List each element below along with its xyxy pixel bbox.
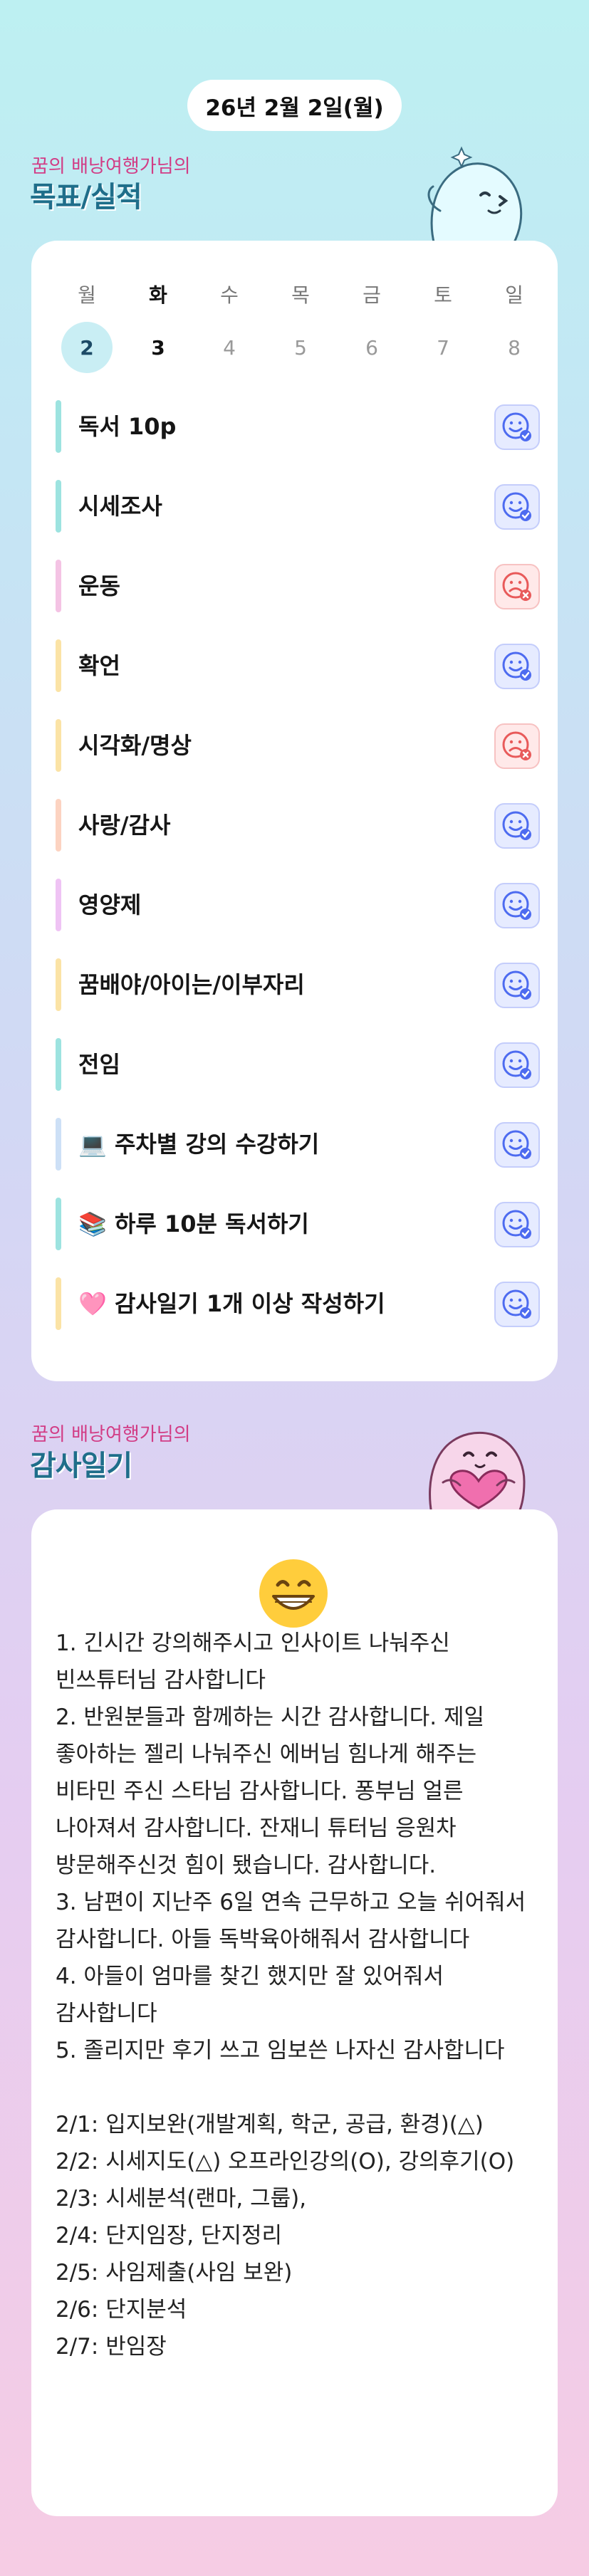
task-label: 확언 (78, 652, 120, 679)
gratitude-card: 1. 긴시간 강의해주시고 인사이트 나눠주신 빈쓰튜터님 감사합니다 2. 반… (31, 1509, 558, 2516)
day-number[interactable]: 4 (204, 322, 255, 373)
day-column[interactable]: 금6 (346, 241, 397, 376)
day-number[interactable]: 5 (275, 322, 326, 373)
frown-x-icon (501, 570, 533, 603)
smile-check-icon (501, 491, 533, 523)
day-column[interactable]: 일8 (489, 241, 540, 376)
day-name: 금 (363, 283, 381, 307)
task-row[interactable]: 운동 (56, 560, 540, 612)
task-label: 📚 하루 10분 독서하기 (78, 1210, 309, 1237)
task-color-bar (56, 560, 61, 612)
status-done-button[interactable] (494, 1202, 540, 1247)
task-label: 영양제 (78, 891, 142, 918)
goals-card: 월2화3수4목5금6토7일8 독서 10p 시세조사 운동 확언 시각화/명상 사랑/감사… (31, 241, 558, 1381)
status-done-button[interactable] (494, 803, 540, 849)
status-fail-button[interactable] (494, 564, 540, 609)
task-row[interactable]: 📚 하루 10분 독서하기 (56, 1198, 540, 1250)
status-done-button[interactable] (494, 963, 540, 1008)
smile-check-icon (501, 411, 533, 444)
task-row[interactable]: 💻 주차별 강의 수강하기 (56, 1118, 540, 1171)
day-column[interactable]: 화3 (132, 241, 184, 376)
day-number-selected[interactable]: 2 (61, 322, 113, 373)
goals-title: 목표/실적 (30, 181, 142, 214)
task-row[interactable]: 전임 (56, 1038, 540, 1091)
task-label: 독서 10p (78, 413, 177, 440)
day-name: 목 (291, 283, 310, 307)
day-name: 토 (434, 283, 452, 307)
day-column[interactable]: 월2 (61, 241, 113, 376)
date-pill[interactable]: 26년 2월 2일(월) (187, 80, 402, 131)
week-selector: 월2화3수4목5금6토7일8 (31, 241, 558, 376)
task-row[interactable]: 꿈배야/아이는/이부자리 (56, 958, 540, 1011)
smile-check-icon (501, 1288, 533, 1321)
task-label: 💻 주차별 강의 수강하기 (78, 1131, 320, 1158)
task-label: 시각화/명상 (78, 732, 192, 759)
status-done-button[interactable] (494, 644, 540, 689)
day-column[interactable]: 목5 (275, 241, 326, 376)
task-color-bar (56, 400, 61, 453)
task-color-bar (56, 799, 61, 852)
day-name: 수 (220, 283, 239, 307)
day-number[interactable]: 3 (132, 322, 184, 373)
task-label: 시세조사 (78, 493, 162, 520)
status-done-button[interactable] (494, 404, 540, 450)
ghost-mascot-icon (427, 146, 523, 245)
day-name: 월 (78, 283, 96, 307)
day-name: 화 (149, 283, 167, 307)
day-column[interactable]: 토7 (417, 241, 469, 376)
status-fail-button[interactable] (494, 723, 540, 769)
task-row[interactable]: 사랑/감사 (56, 799, 540, 852)
task-label: 사랑/감사 (78, 812, 171, 839)
task-color-bar (56, 1198, 61, 1250)
task-row[interactable]: 영양제 (56, 879, 540, 931)
frown-x-icon (501, 730, 533, 763)
task-color-bar (56, 1277, 61, 1330)
task-color-bar (56, 958, 61, 1011)
task-row[interactable]: 시세조사 (56, 480, 540, 533)
status-done-button[interactable] (494, 484, 540, 530)
grinning-face-icon (259, 1559, 328, 1628)
date-label: 26년 2월 2일(월) (205, 95, 384, 121)
smile-check-icon (501, 1049, 533, 1082)
gratitude-title: 감사일기 (30, 1450, 132, 1482)
day-number[interactable]: 7 (417, 322, 469, 373)
task-label: 꿈배야/아이는/이부자리 (78, 971, 305, 998)
task-row[interactable]: 독서 10p (56, 400, 540, 453)
task-row[interactable]: 🩷 감사일기 1개 이상 작성하기 (56, 1277, 540, 1330)
task-color-bar (56, 719, 61, 772)
smile-check-icon (501, 889, 533, 922)
day-column[interactable]: 수4 (204, 241, 255, 376)
heart-mascot-icon (429, 1431, 526, 1514)
task-color-bar (56, 1118, 61, 1171)
smile-check-icon (501, 650, 533, 683)
task-color-bar (56, 879, 61, 931)
status-done-button[interactable] (494, 1042, 540, 1088)
task-color-bar (56, 1038, 61, 1091)
smile-check-icon (501, 1208, 533, 1241)
smile-check-icon (501, 810, 533, 842)
smile-check-icon (501, 969, 533, 1002)
task-color-bar (56, 480, 61, 533)
task-label: 운동 (78, 572, 120, 600)
task-label: 전임 (78, 1051, 120, 1078)
task-color-bar (56, 639, 61, 692)
status-done-button[interactable] (494, 1122, 540, 1168)
day-number[interactable]: 8 (489, 322, 540, 373)
status-done-button[interactable] (494, 883, 540, 928)
task-row[interactable]: 확언 (56, 639, 540, 692)
gratitude-text[interactable]: 1. 긴시간 강의해주시고 인사이트 나눠주신 빈쓰튜터님 감사합니다 2. 반… (56, 1625, 543, 2365)
smile-check-icon (501, 1129, 533, 1161)
day-number[interactable]: 6 (346, 322, 397, 373)
task-row[interactable]: 시각화/명상 (56, 719, 540, 772)
day-name: 일 (505, 283, 523, 307)
status-done-button[interactable] (494, 1282, 540, 1327)
task-label: 🩷 감사일기 1개 이상 작성하기 (78, 1290, 385, 1317)
